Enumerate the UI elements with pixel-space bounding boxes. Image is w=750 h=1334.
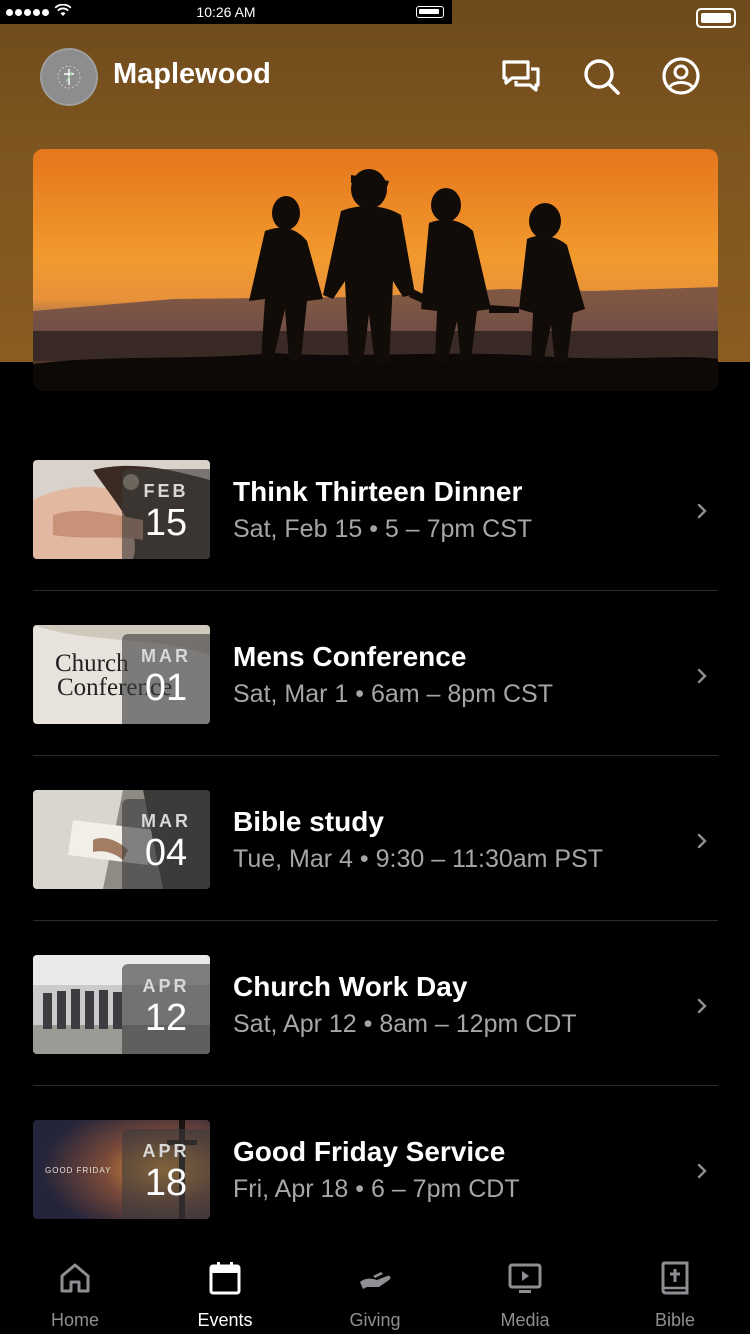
tab-events[interactable]: Events xyxy=(150,1250,300,1334)
event-row[interactable]: FEB 15 Think Thirteen Dinner Sat, Feb 15… xyxy=(33,426,718,591)
thumb-text-line1: Church xyxy=(55,650,129,677)
date-day: 15 xyxy=(144,502,188,544)
event-meta: Tue, Mar 4 • 9:30 – 11:30am PST xyxy=(233,845,604,873)
date-month: APR xyxy=(142,976,190,996)
event-meta: Sat, Mar 1 • 6am – 8pm CST xyxy=(233,680,553,708)
church-logo-avatar[interactable] xyxy=(40,48,98,106)
thumb-text: GOOD FRIDAY xyxy=(45,1166,111,1175)
event-title: Good Friday Service xyxy=(233,1136,506,1167)
event-row[interactable]: Church Conference MAR 01 Mens Conference… xyxy=(33,591,718,756)
chat-icon[interactable] xyxy=(501,56,541,96)
event-meta: Sat, Apr 12 • 8am – 12pm CDT xyxy=(233,1010,577,1038)
date-month: FEB xyxy=(143,481,189,501)
status-bar: 10:26 AM xyxy=(0,0,750,28)
tab-giving[interactable]: Giving xyxy=(300,1250,450,1334)
date-month: APR xyxy=(142,1141,190,1161)
family-sunset-image xyxy=(33,149,718,391)
chevron-right-icon xyxy=(697,668,707,684)
event-thumbnail: Church Conference MAR 01 xyxy=(33,625,210,724)
event-title: Bible study xyxy=(233,806,384,837)
event-meta: Fri, Apr 18 • 6 – 7pm CDT xyxy=(233,1175,520,1203)
chevron-right-icon xyxy=(697,998,707,1014)
date-day: 18 xyxy=(144,1162,188,1204)
battery-icon-large xyxy=(696,8,736,28)
media-icon xyxy=(508,1263,542,1293)
event-title: Church Work Day xyxy=(233,971,468,1002)
event-thumbnail: GOOD FRIDAY APR 18 xyxy=(33,1120,210,1219)
home-icon xyxy=(60,1263,90,1293)
tab-label: Media xyxy=(500,1310,550,1330)
tab-label: Giving xyxy=(349,1310,401,1330)
app-header: Maplewood xyxy=(0,44,750,108)
date-day: 01 xyxy=(144,667,188,709)
tab-label: Home xyxy=(50,1310,99,1330)
profile-icon[interactable] xyxy=(661,56,701,96)
tab-home[interactable]: Home xyxy=(0,1250,150,1334)
church-logo-icon xyxy=(57,65,81,89)
events-list: FEB 15 Think Thirteen Dinner Sat, Feb 15… xyxy=(33,426,718,1251)
battery-icon xyxy=(416,6,444,18)
date-day: 12 xyxy=(144,997,188,1039)
tab-bar: Home Events Giving Media Bible xyxy=(0,1250,750,1334)
status-bar-inner: 10:26 AM xyxy=(0,0,452,24)
tab-media[interactable]: Media xyxy=(450,1250,600,1334)
date-badge: APR 18 xyxy=(122,1129,210,1219)
event-thumbnail: FEB 15 xyxy=(33,460,210,559)
event-title: Mens Conference xyxy=(233,641,467,672)
event-row[interactable]: MAR 04 Bible study Tue, Mar 4 • 9:30 – 1… xyxy=(33,756,718,921)
status-time: 10:26 AM xyxy=(196,4,256,20)
date-badge: APR 12 xyxy=(122,964,210,1054)
event-title: Think Thirteen Dinner xyxy=(233,476,523,507)
chevron-right-icon xyxy=(697,503,707,519)
event-thumbnail: APR 12 xyxy=(33,955,210,1054)
tab-bible[interactable]: Bible xyxy=(600,1250,750,1334)
chevron-right-icon xyxy=(697,1163,707,1179)
chevron-right-icon xyxy=(697,833,707,849)
date-month: MAR xyxy=(141,646,191,666)
event-row[interactable]: APR 12 Church Work Day Sat, Apr 12 • 8am… xyxy=(33,921,718,1086)
event-thumbnail: MAR 04 xyxy=(33,790,210,889)
search-icon[interactable] xyxy=(581,56,621,96)
date-badge: FEB 15 xyxy=(122,469,210,559)
bible-icon xyxy=(661,1261,689,1295)
date-badge: MAR 04 xyxy=(122,799,210,889)
date-month: MAR xyxy=(141,811,191,831)
giving-icon xyxy=(360,1272,391,1289)
date-badge: MAR 01 xyxy=(122,634,210,724)
event-meta: Sat, Feb 15 • 5 – 7pm CST xyxy=(233,515,533,543)
hero-banner-image[interactable] xyxy=(33,149,718,391)
date-day: 04 xyxy=(144,832,188,874)
calendar-icon xyxy=(209,1262,241,1295)
app-title: Maplewood xyxy=(113,58,271,90)
tab-label: Bible xyxy=(654,1310,696,1330)
event-row[interactable]: GOOD FRIDAY APR 18 Good Friday Service F… xyxy=(33,1086,718,1251)
tab-label: Events xyxy=(197,1310,253,1330)
